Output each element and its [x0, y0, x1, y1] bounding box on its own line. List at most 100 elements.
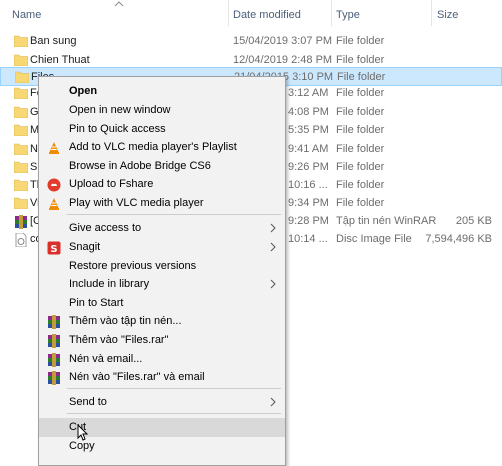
mouse-cursor-icon	[77, 424, 89, 441]
folder-icon	[13, 197, 29, 210]
file-type: File folder	[336, 143, 385, 155]
file-date: 3:12 AM	[288, 87, 329, 99]
menu-item-label: Restore previous versions	[69, 260, 197, 272]
winrar-icon	[47, 334, 61, 348]
menu-item-copy[interactable]: Copy	[39, 437, 285, 456]
menu-item-label: Send to	[69, 396, 107, 408]
folder-icon	[13, 124, 29, 137]
menu-item-label: Nén và email...	[69, 353, 143, 365]
vlc-icon	[47, 141, 61, 155]
menu-item-label: Play with VLC media player	[69, 197, 204, 209]
menu-separator	[67, 214, 281, 215]
menu-item-pin-to-quick-access[interactable]: Pin to Quick access	[39, 120, 285, 139]
fshare-icon	[47, 178, 61, 192]
file-type: Disc Image File	[336, 233, 412, 245]
chevron-right-icon	[269, 278, 277, 290]
sort-ascending-icon[interactable]	[113, 0, 125, 8]
menu-item-label: Upload to Fshare	[69, 178, 154, 190]
menu-separator	[67, 413, 281, 414]
chevron-right-icon	[269, 241, 277, 253]
vlc-icon	[47, 197, 61, 211]
folder-icon	[13, 143, 29, 156]
file-type: Tập tin nén WinRAR	[336, 215, 437, 227]
file-type: File folder	[336, 87, 385, 99]
column-header-bar: Name Date modified Type Size	[0, 0, 502, 26]
file-type: File folder	[336, 54, 385, 66]
menu-item-snagit[interactable]: S Snagit	[39, 238, 285, 257]
menu-item-nen-vao-files-rar-va-email[interactable]: Nén vào "Files.rar" và email	[39, 368, 285, 387]
file-size: 7,594,496 KB	[425, 233, 492, 245]
menu-item-restore-previous-versions[interactable]: Restore previous versions	[39, 257, 285, 276]
file-type: File folder	[336, 197, 385, 209]
chevron-right-icon	[269, 396, 277, 408]
file-name: Chien Thuat	[30, 54, 90, 66]
folder-icon	[13, 179, 29, 192]
svg-text:S: S	[50, 244, 57, 255]
disc-file-icon	[14, 232, 28, 248]
menu-item-play-with-vlc-media-player[interactable]: Play with VLC media player	[39, 194, 285, 213]
file-date: 10:16 ...	[288, 179, 328, 191]
column-date-header[interactable]: Date modified	[233, 9, 301, 21]
menu-item-pin-to-start[interactable]: Pin to Start	[39, 294, 285, 313]
column-size-header[interactable]: Size	[437, 9, 458, 21]
menu-item-cut[interactable]: Cut	[39, 418, 285, 437]
menu-item-label: Snagit	[69, 241, 101, 253]
file-type: File folder	[337, 71, 386, 83]
menu-item-them-vao-tap-tin-nen[interactable]: Thêm vào tập tin nén...	[39, 312, 285, 331]
menu-item-give-access-to[interactable]: Give access to	[39, 219, 285, 238]
menu-item-label: Thêm vào tập tin nén...	[69, 315, 182, 327]
file-size: 205 KB	[455, 215, 492, 227]
folder-icon	[13, 35, 29, 48]
menu-item-include-in-library[interactable]: Include in library	[39, 275, 285, 294]
file-type: File folder	[336, 35, 385, 47]
file-date: 4:08 PM	[288, 106, 329, 118]
file-date: 5:35 PM	[288, 124, 329, 136]
menu-separator	[67, 388, 281, 389]
folder-icon	[13, 106, 29, 119]
menu-item-send-to[interactable]: Send to	[39, 393, 285, 412]
folder-icon	[13, 87, 29, 100]
column-divider[interactable]	[331, 0, 332, 26]
menu-item-upload-to-fshare[interactable]: Upload to Fshare	[39, 175, 285, 194]
menu-item-browse-in-adobe-bridge-cs6[interactable]: Browse in Adobe Bridge CS6	[39, 157, 285, 176]
menu-item-add-to-vlc-media-player-s-playlist[interactable]: Add to VLC media player's Playlist	[39, 138, 285, 157]
column-divider[interactable]	[431, 0, 432, 26]
menu-item-label: Open in new window	[69, 104, 171, 116]
menu-item-label: Open	[69, 85, 98, 97]
file-date: 9:41 AM	[288, 143, 329, 155]
folder-icon	[13, 54, 29, 67]
menu-item-open[interactable]: Open	[39, 82, 285, 101]
menu-item-them-vao-files-rar[interactable]: Thêm vào "Files.rar"	[39, 331, 285, 350]
column-name-header[interactable]: Name	[12, 9, 41, 21]
winrar-icon	[47, 371, 61, 385]
file-type: File folder	[336, 161, 385, 173]
menu-item-label: Pin to Start	[69, 297, 124, 309]
file-date: 9:26 PM	[288, 161, 329, 173]
menu-item-label: Add to VLC media player's Playlist	[69, 141, 237, 153]
menu-item-label: Browse in Adobe Bridge CS6	[69, 160, 211, 172]
menu-item-label: Thêm vào "Files.rar"	[69, 334, 169, 346]
file-date: 9:28 PM	[288, 215, 329, 227]
menu-item-open-in-new-window[interactable]: Open in new window	[39, 101, 285, 120]
context-menu: Open Open in new window Pin to Quick acces…	[38, 76, 286, 466]
menu-item-nen-va-email[interactable]: Nén và email...	[39, 350, 285, 369]
file-date: 12/04/2019 2:48 PM	[233, 54, 333, 66]
file-type: File folder	[336, 106, 385, 118]
winrar-icon	[47, 315, 61, 329]
file-name: Ban sung	[30, 35, 77, 47]
file-row[interactable]: Ban sung 15/04/2019 3:07 PM File folder	[0, 32, 502, 51]
menu-item-label: Nén vào "Files.rar" và email	[69, 371, 205, 383]
winrar-icon	[47, 353, 61, 367]
chevron-right-icon	[269, 222, 277, 234]
menu-item-label: Pin to Quick access	[69, 123, 166, 135]
file-type: File folder	[336, 124, 385, 136]
column-type-header[interactable]: Type	[336, 9, 360, 21]
winrar-icon	[14, 215, 28, 229]
menu-item-label: Give access to	[69, 222, 142, 234]
file-date: 10:14 ...	[288, 233, 328, 245]
file-date: 9:34 PM	[288, 197, 329, 209]
file-type: File folder	[336, 179, 385, 191]
column-divider[interactable]	[228, 0, 229, 26]
menu-item-label: Include in library	[69, 278, 150, 290]
snagit-icon: S	[47, 241, 61, 255]
